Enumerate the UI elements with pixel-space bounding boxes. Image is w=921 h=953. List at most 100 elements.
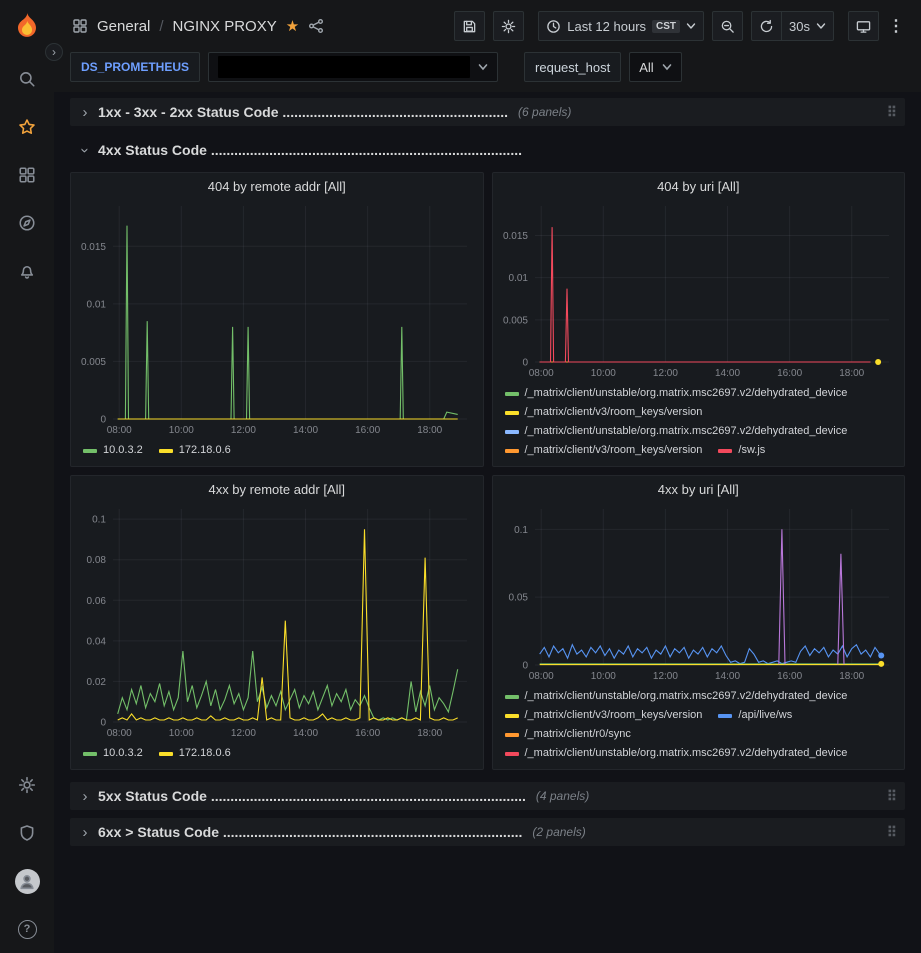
grafana-logo[interactable] [10, 9, 44, 43]
star-icon [18, 118, 36, 136]
row-5xx[interactable]: › 5xx Status Code ......................… [70, 782, 905, 810]
legend-item[interactable]: 172.18.0.6 [159, 744, 231, 763]
svg-text:10:00: 10:00 [169, 425, 194, 436]
legend-swatch [505, 695, 519, 699]
sidebar-item-starred[interactable] [0, 103, 54, 151]
sidebar-expand-button[interactable]: › [45, 43, 63, 61]
chevron-right-icon: › [78, 788, 92, 805]
legend-label: /sw.js [738, 441, 765, 460]
legend-label: /_matrix/client/unstable/org.matrix.msc2… [525, 384, 848, 403]
svg-text:12:00: 12:00 [652, 368, 677, 379]
row-panel-count: (2 panels) [532, 825, 585, 839]
dashboard-settings-button[interactable] [493, 11, 524, 41]
svg-text:18:00: 18:00 [417, 425, 442, 436]
legend-swatch [505, 449, 519, 453]
panel-chart[interactable]: 08:0010:0012:0014:0016:0018:0000.0050.01… [493, 200, 905, 382]
panel-4xx-by-remote-addr: 4xx by remote addr [All] 08:0010:0012:00… [70, 475, 484, 770]
svg-text:0.05: 0.05 [508, 593, 528, 604]
breadcrumb-section[interactable]: General [97, 18, 150, 35]
sidebar-item-alerting[interactable] [0, 247, 54, 295]
gear-icon [501, 19, 516, 34]
legend-swatch [718, 714, 732, 718]
search-icon [18, 70, 36, 88]
svg-text:16:00: 16:00 [777, 671, 802, 682]
sidebar-item-profile[interactable] [0, 857, 54, 905]
sidebar-item-configuration[interactable] [0, 761, 54, 809]
row-4xx[interactable]: › 4xx Status Code ......................… [70, 136, 905, 164]
sidebar-item-help[interactable]: ? [0, 905, 54, 953]
datasource-variable-label[interactable]: DS_PROMETHEUS [70, 52, 200, 82]
row-drag-handle[interactable]: ⠿ [887, 824, 897, 841]
help-glyph: ? [24, 923, 31, 935]
row-title: 6xx > Status Code ......................… [98, 824, 522, 840]
sidebar-item-dashboards[interactable] [0, 151, 54, 199]
legend-label: 10.0.3.2 [103, 744, 143, 763]
row-6xx[interactable]: › 6xx > Status Code ....................… [70, 818, 905, 846]
favorite-star-icon[interactable]: ★ [286, 19, 299, 34]
legend-item[interactable]: 172.18.0.6 [159, 441, 231, 460]
legend-item[interactable]: 10.0.3.2 [83, 441, 143, 460]
request-host-variable-select[interactable]: All [629, 52, 681, 82]
apps-grid-icon[interactable] [72, 18, 88, 34]
legend-swatch [505, 392, 519, 396]
svg-text:10:00: 10:00 [169, 728, 194, 739]
legend-item[interactable]: /_matrix/client/unstable/org.matrix.msc2… [505, 744, 848, 763]
share-icon[interactable] [308, 18, 324, 34]
row-1xx-3xx-2xx[interactable]: › 1xx - 3xx - 2xx Status Code ..........… [70, 98, 905, 126]
panel-chart[interactable]: 08:0010:0012:0014:0016:0018:0000.050.1 [493, 503, 905, 685]
time-range-picker[interactable]: Last 12 hours CST [538, 11, 704, 41]
row-drag-handle[interactable]: ⠿ [887, 104, 897, 121]
svg-text:0.005: 0.005 [81, 357, 106, 368]
panel-title[interactable]: 404 by remote addr [All] [71, 173, 483, 200]
svg-text:18:00: 18:00 [839, 368, 864, 379]
row-drag-handle[interactable]: ⠿ [887, 788, 897, 805]
save-icon [462, 19, 477, 34]
panel-chart[interactable]: 08:0010:0012:0014:0016:0018:0000.0050.01… [71, 200, 483, 439]
more-options-button[interactable]: ⋮ [885, 11, 907, 41]
request-host-variable-label[interactable]: request_host [524, 52, 621, 82]
panel-title[interactable]: 4xx by uri [All] [493, 476, 905, 503]
sidebar-item-server-admin[interactable] [0, 809, 54, 857]
panel-title[interactable]: 404 by uri [All] [493, 173, 905, 200]
dashboard-title[interactable]: NGINX PROXY [173, 18, 277, 35]
chevron-right-icon: › [52, 46, 56, 58]
panel-title[interactable]: 4xx by remote addr [All] [71, 476, 483, 503]
refresh-interval-select[interactable]: 30s [782, 11, 834, 41]
legend-label: /api/live/ws [738, 706, 792, 725]
legend-item[interactable]: /_matrix/client/r0/sync [505, 725, 631, 744]
legend-item[interactable]: /_matrix/client/unstable/org.matrix.msc2… [505, 422, 848, 441]
legend-item[interactable]: /_matrix/client/v3/room_keys/version [505, 441, 703, 460]
save-dashboard-button[interactable] [454, 11, 485, 41]
tv-mode-button[interactable] [848, 11, 879, 41]
svg-text:14:00: 14:00 [715, 671, 740, 682]
panel-legend: 10.0.3.2 172.18.0.6 [71, 439, 483, 466]
legend-item[interactable]: /sw.js [718, 441, 765, 460]
legend-label: /_matrix/client/v3/room_keys/version [525, 706, 703, 725]
svg-text:0: 0 [100, 415, 106, 426]
refresh-button[interactable] [751, 11, 782, 41]
sidebar-item-search[interactable] [0, 55, 54, 103]
datasource-variable-select[interactable] [208, 52, 498, 82]
svg-text:12:00: 12:00 [231, 728, 256, 739]
sidebar-nav-bottom: ? [0, 761, 54, 953]
zoom-out-time-button[interactable] [712, 11, 743, 41]
legend-item[interactable]: /_matrix/client/unstable/org.matrix.msc2… [505, 687, 848, 706]
panel-chart[interactable]: 08:0010:0012:0014:0016:0018:0000.020.040… [71, 503, 483, 742]
sidebar: ? [0, 0, 54, 953]
svg-text:16:00: 16:00 [777, 368, 802, 379]
legend-item[interactable]: /_matrix/client/v3/room_keys/version [505, 403, 703, 422]
legend-swatch [505, 411, 519, 415]
breadcrumb: General / NGINX PROXY ★ [72, 18, 324, 35]
legend-label: /_matrix/client/v3/room_keys/version [525, 403, 703, 422]
legend-item[interactable]: /api/live/ws [718, 706, 792, 725]
chevron-down-icon [478, 60, 488, 75]
dashboard-header: General / NGINX PROXY ★ Last 12 hours [54, 0, 921, 52]
sidebar-item-explore[interactable] [0, 199, 54, 247]
legend-label: 172.18.0.6 [179, 744, 231, 763]
kebab-icon: ⋮ [888, 16, 904, 36]
legend-item[interactable]: 10.0.3.2 [83, 744, 143, 763]
legend-item[interactable]: /_matrix/client/v3/room_keys/version [505, 706, 703, 725]
svg-text:14:00: 14:00 [293, 425, 318, 436]
svg-text:0: 0 [522, 661, 528, 672]
legend-item[interactable]: /_matrix/client/unstable/org.matrix.msc2… [505, 384, 848, 403]
